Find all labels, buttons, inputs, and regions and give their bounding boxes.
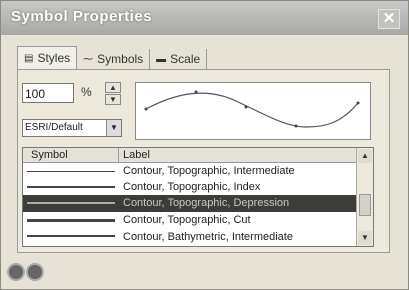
chevron-down-icon[interactable]: ▼ xyxy=(106,120,121,136)
symbol-properties-window: Symbol Properties ✕ ▤ Styles ⁓ Symbols ▬… xyxy=(0,0,409,290)
close-button[interactable]: ✕ xyxy=(378,9,400,29)
style-set-value: ESRI/Default xyxy=(25,122,83,133)
size-spin-down-button[interactable]: ▼ xyxy=(105,94,121,105)
tab-styles[interactable]: ▤ Styles xyxy=(17,46,78,69)
vertical-scrollbar[interactable]: ▲ ▼ xyxy=(356,148,373,246)
line-swatch xyxy=(27,235,115,237)
scroll-thumb[interactable] xyxy=(359,194,371,216)
size-spin-up-button[interactable]: ▲ xyxy=(105,82,121,93)
list-item[interactable]: Contour, Bathymetric, Intermediate xyxy=(23,229,356,246)
line-swatch xyxy=(27,202,115,204)
list-item-label: Contour, Topographic, Index xyxy=(123,181,261,193)
scroll-up-button[interactable]: ▲ xyxy=(358,149,372,163)
title-bar[interactable]: Symbol Properties ✕ xyxy=(1,1,408,35)
line-swatch xyxy=(27,171,115,172)
tab-styles-label: Styles xyxy=(37,51,71,65)
tab-strip: ▤ Styles ⁓ Symbols ▬ Scale xyxy=(17,46,208,69)
scale-icon: ▬ xyxy=(156,53,167,65)
tab-scale-label: Scale xyxy=(170,52,201,66)
line-symbol-icon: ⁓ xyxy=(83,53,94,65)
line-swatch xyxy=(27,219,115,222)
tab-symbols-label: Symbols xyxy=(97,52,144,66)
tab-scale[interactable]: ▬ Scale xyxy=(150,49,208,69)
list-item[interactable]: Contour, Topographic, Index xyxy=(23,179,356,196)
size-input[interactable]: 100 xyxy=(22,83,74,103)
symbol-list[interactable]: Symbol Label Contour, Topographic, Inter… xyxy=(22,147,374,247)
preview-line xyxy=(144,90,360,128)
symbol-preview xyxy=(135,82,371,140)
list-item-label: Contour, Topographic, Intermediate xyxy=(123,165,295,177)
style-set-select[interactable]: ESRI/Default ▼ xyxy=(22,119,122,137)
column-header-symbol[interactable]: Symbol xyxy=(23,148,119,162)
list-item[interactable]: Contour, Topographic, Cut xyxy=(23,212,356,229)
list-header: Symbol Label xyxy=(23,148,373,163)
list-item-label: Contour, Topographic, Depression xyxy=(123,197,290,209)
column-header-label[interactable]: Label xyxy=(123,148,150,162)
scroll-down-button[interactable]: ▼ xyxy=(358,231,372,245)
styles-icon: ▤ xyxy=(24,52,34,64)
globe-icon[interactable] xyxy=(7,263,25,281)
size-unit: % xyxy=(81,85,92,99)
list-item-label: Contour, Topographic, Cut xyxy=(123,214,251,226)
list-item-selected[interactable]: Contour, Topographic, Depression xyxy=(23,195,356,212)
list-item-label: Contour, Bathymetric, Intermediate xyxy=(123,231,293,243)
list-item[interactable]: Contour, Topographic, Intermediate xyxy=(23,163,356,180)
window-title: Symbol Properties xyxy=(11,8,153,25)
status-icons xyxy=(7,263,44,281)
line-swatch xyxy=(27,186,115,188)
tab-symbols[interactable]: ⁓ Symbols xyxy=(77,49,151,69)
settings-icon[interactable] xyxy=(26,263,44,281)
